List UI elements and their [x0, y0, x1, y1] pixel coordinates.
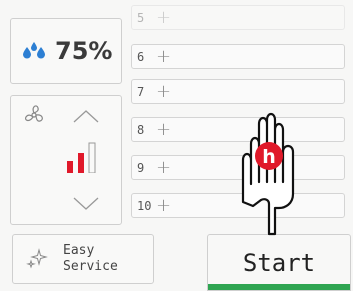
plus-icon: +	[156, 7, 172, 28]
fan-speed-panel	[10, 95, 122, 225]
slot-number: 10	[137, 198, 152, 213]
plus-icon: +	[156, 195, 172, 216]
easy-service-line2: Service	[63, 259, 118, 274]
slot-number: 6	[137, 49, 145, 64]
pointing-hand-icon: h	[241, 112, 295, 236]
humidity-button[interactable]: 75%	[10, 18, 122, 84]
start-button[interactable]: Start	[207, 234, 351, 291]
timer-slot-6[interactable]: 6 +	[131, 44, 345, 69]
fan-speed-up-button[interactable]	[71, 108, 101, 124]
slot-number: 9	[137, 160, 145, 175]
plus-icon: +	[156, 81, 172, 102]
easy-service-label: Easy Service	[63, 243, 143, 275]
water-drops-icon	[23, 42, 45, 59]
timer-slot-5[interactable]: 5 +	[131, 5, 345, 30]
timer-slot-7[interactable]: 7 +	[131, 79, 345, 104]
slot-number: 8	[137, 122, 145, 137]
start-label: Start	[242, 249, 316, 277]
plus-icon: +	[156, 46, 172, 67]
humidity-value: 75%	[55, 37, 113, 65]
slot-number: 5	[137, 10, 145, 25]
sparkle-icon	[26, 248, 48, 269]
easy-service-button[interactable]: Easy Service	[12, 234, 154, 284]
start-indicator-bar	[208, 284, 350, 290]
fan-icon	[24, 105, 43, 122]
fan-speed-down-button[interactable]	[71, 196, 101, 212]
plus-icon: +	[156, 157, 172, 178]
fan-level-bars	[67, 142, 96, 173]
easy-service-line1: Easy	[63, 243, 95, 258]
pointer-badge-letter: h	[262, 146, 276, 168]
slot-number: 7	[137, 84, 145, 99]
plus-icon: +	[156, 119, 172, 140]
